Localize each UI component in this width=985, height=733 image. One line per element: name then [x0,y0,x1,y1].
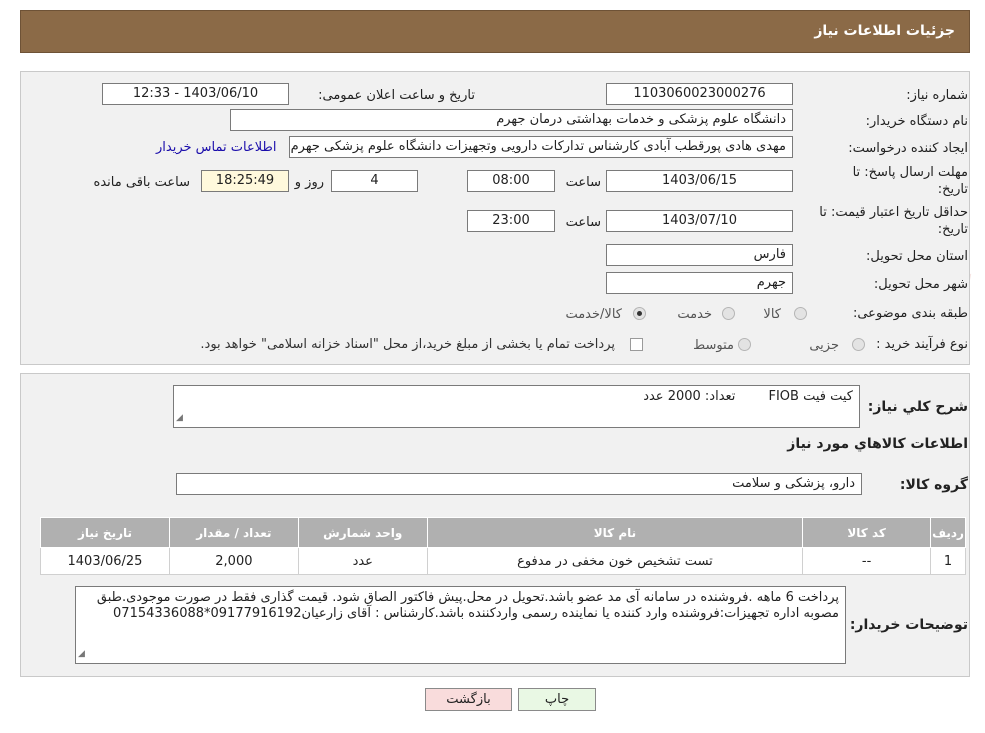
cell-unit: عدد [297,547,428,575]
process-minor-label: جزیی [809,338,839,353]
cell-row: 1 [930,547,966,575]
col-code-header: کد کالا [802,517,932,548]
creator-field[interactable]: مهدی هادی پورقطب آبادی کارشناس تدارکات د… [289,136,793,158]
goods-info-title: اطلاعات کالاهاي مورد نياز [787,436,968,452]
process-medium-label: متوسط [693,338,734,353]
buyer-notes-label: توضیحات خریدار: [849,617,968,633]
days-label: روز و [294,175,324,190]
col-unit-header: واحد شمارش [297,517,428,548]
process-minor-radio[interactable] [852,338,865,351]
city-field[interactable]: جهرم [606,272,793,294]
announce-datetime-field[interactable]: 1403/06/10 - 12:33 [102,83,289,105]
category-goods-service-radio[interactable] [633,307,646,320]
summary-text: کیت فیت FIOB تعداد: 2000 عدد [643,389,853,404]
deadline-label: مهلت ارسال پاسخ: تا [852,165,968,180]
goods-group-label: گروه کالا: [899,477,968,493]
buyer-notes-textarea[interactable]: پرداخت 6 ماهه .فروشنده در سامانه آی مد ع… [75,586,846,664]
col-name-header: نام کالا [426,517,804,548]
cell-code: -- [802,547,932,575]
category-goods-radio[interactable] [794,307,807,320]
creator-label: ایجاد کننده درخواست: [848,141,968,156]
deadline-label-2: تاریخ: [937,182,968,197]
announce-label: تاریخ و ساعت اعلان عمومی: [318,88,475,103]
province-label: استان محل تحویل: [866,249,968,264]
resize-handle-icon[interactable]: ◢ [176,410,183,426]
cell-date: 1403/06/25 [40,547,170,575]
deadline-time-label: ساعت [565,175,601,190]
col-row-header: رديف [930,517,966,548]
category-label: طبقه بندی موضوعی: [852,306,968,321]
deadline-time-field[interactable]: 08:00 [467,170,555,192]
need-number-label: شماره نیاز: [906,88,968,103]
category-goods-label: کالا [763,307,781,322]
buyer-org-label: نام دستگاه خریدار: [865,114,968,129]
treasury-payment-checkbox[interactable] [630,338,643,351]
cell-qty: 2,000 [168,547,299,575]
buyer-notes-text: پرداخت 6 ماهه .فروشنده در سامانه آی مد ع… [96,590,839,621]
goods-table: رديف کد کالا نام کالا واحد شمارش تعداد /… [40,517,966,575]
validity-label-2: تاریخ: [937,222,968,237]
city-label: شهر محل تحویل: [873,277,968,292]
summary-textarea[interactable]: کیت فیت FIOB تعداد: 2000 عدد ◢ [173,385,860,428]
resize-handle-icon[interactable]: ◢ [78,646,85,662]
remaining-time-field[interactable]: 18:25:49 [201,170,289,192]
province-field[interactable]: فارس [606,244,793,266]
category-service-radio[interactable] [722,307,735,320]
page-title: جزئیات اطلاعات نیاز [814,23,955,39]
col-qty-header: تعداد / مقدار [168,517,299,548]
table-header-row: رديف کد کالا نام کالا واحد شمارش تعداد /… [40,517,966,548]
process-medium-radio[interactable] [738,338,751,351]
back-button[interactable]: بازگشت [425,688,512,711]
goods-group-field[interactable]: دارو، پزشکی و سلامت [176,473,862,495]
deadline-date-field[interactable]: 1403/06/15 [606,170,793,192]
print-button[interactable]: چاپ [518,688,596,711]
validity-time-field[interactable]: 23:00 [467,210,555,232]
days-remaining-field[interactable]: 4 [331,170,418,192]
category-goods-service-label: کالا/خدمت [565,307,622,322]
validity-label: حداقل تاریخ اعتبار قیمت: تا [819,205,968,220]
category-service-label: خدمت [677,307,712,322]
page-header: جزئیات اطلاعات نیاز [20,10,970,53]
remaining-time-label: ساعت باقی مانده [93,175,190,190]
validity-date-field[interactable]: 1403/07/10 [606,210,793,232]
summary-label: شرح کلي نياز: [867,399,968,415]
process-label: نوع فرآیند خرید : [876,337,968,352]
buyer-contact-link[interactable]: اطلاعات تماس خریدار [156,140,276,155]
cell-name: تست تشخیص خون مخفی در مدفوع [426,547,804,575]
col-date-header: تاريخ نياز [40,517,170,548]
table-row[interactable]: 1 -- تست تشخیص خون مخفی در مدفوع عدد 2,0… [40,547,966,575]
buyer-org-field[interactable]: دانشگاه علوم پزشکی و خدمات بهداشتی درمان… [230,109,793,131]
need-number-field[interactable]: 1103060023000276 [606,83,793,105]
validity-time-label: ساعت [565,215,601,230]
treasury-payment-note: پرداخت تمام یا بخشی از مبلغ خرید،از محل … [200,337,615,352]
